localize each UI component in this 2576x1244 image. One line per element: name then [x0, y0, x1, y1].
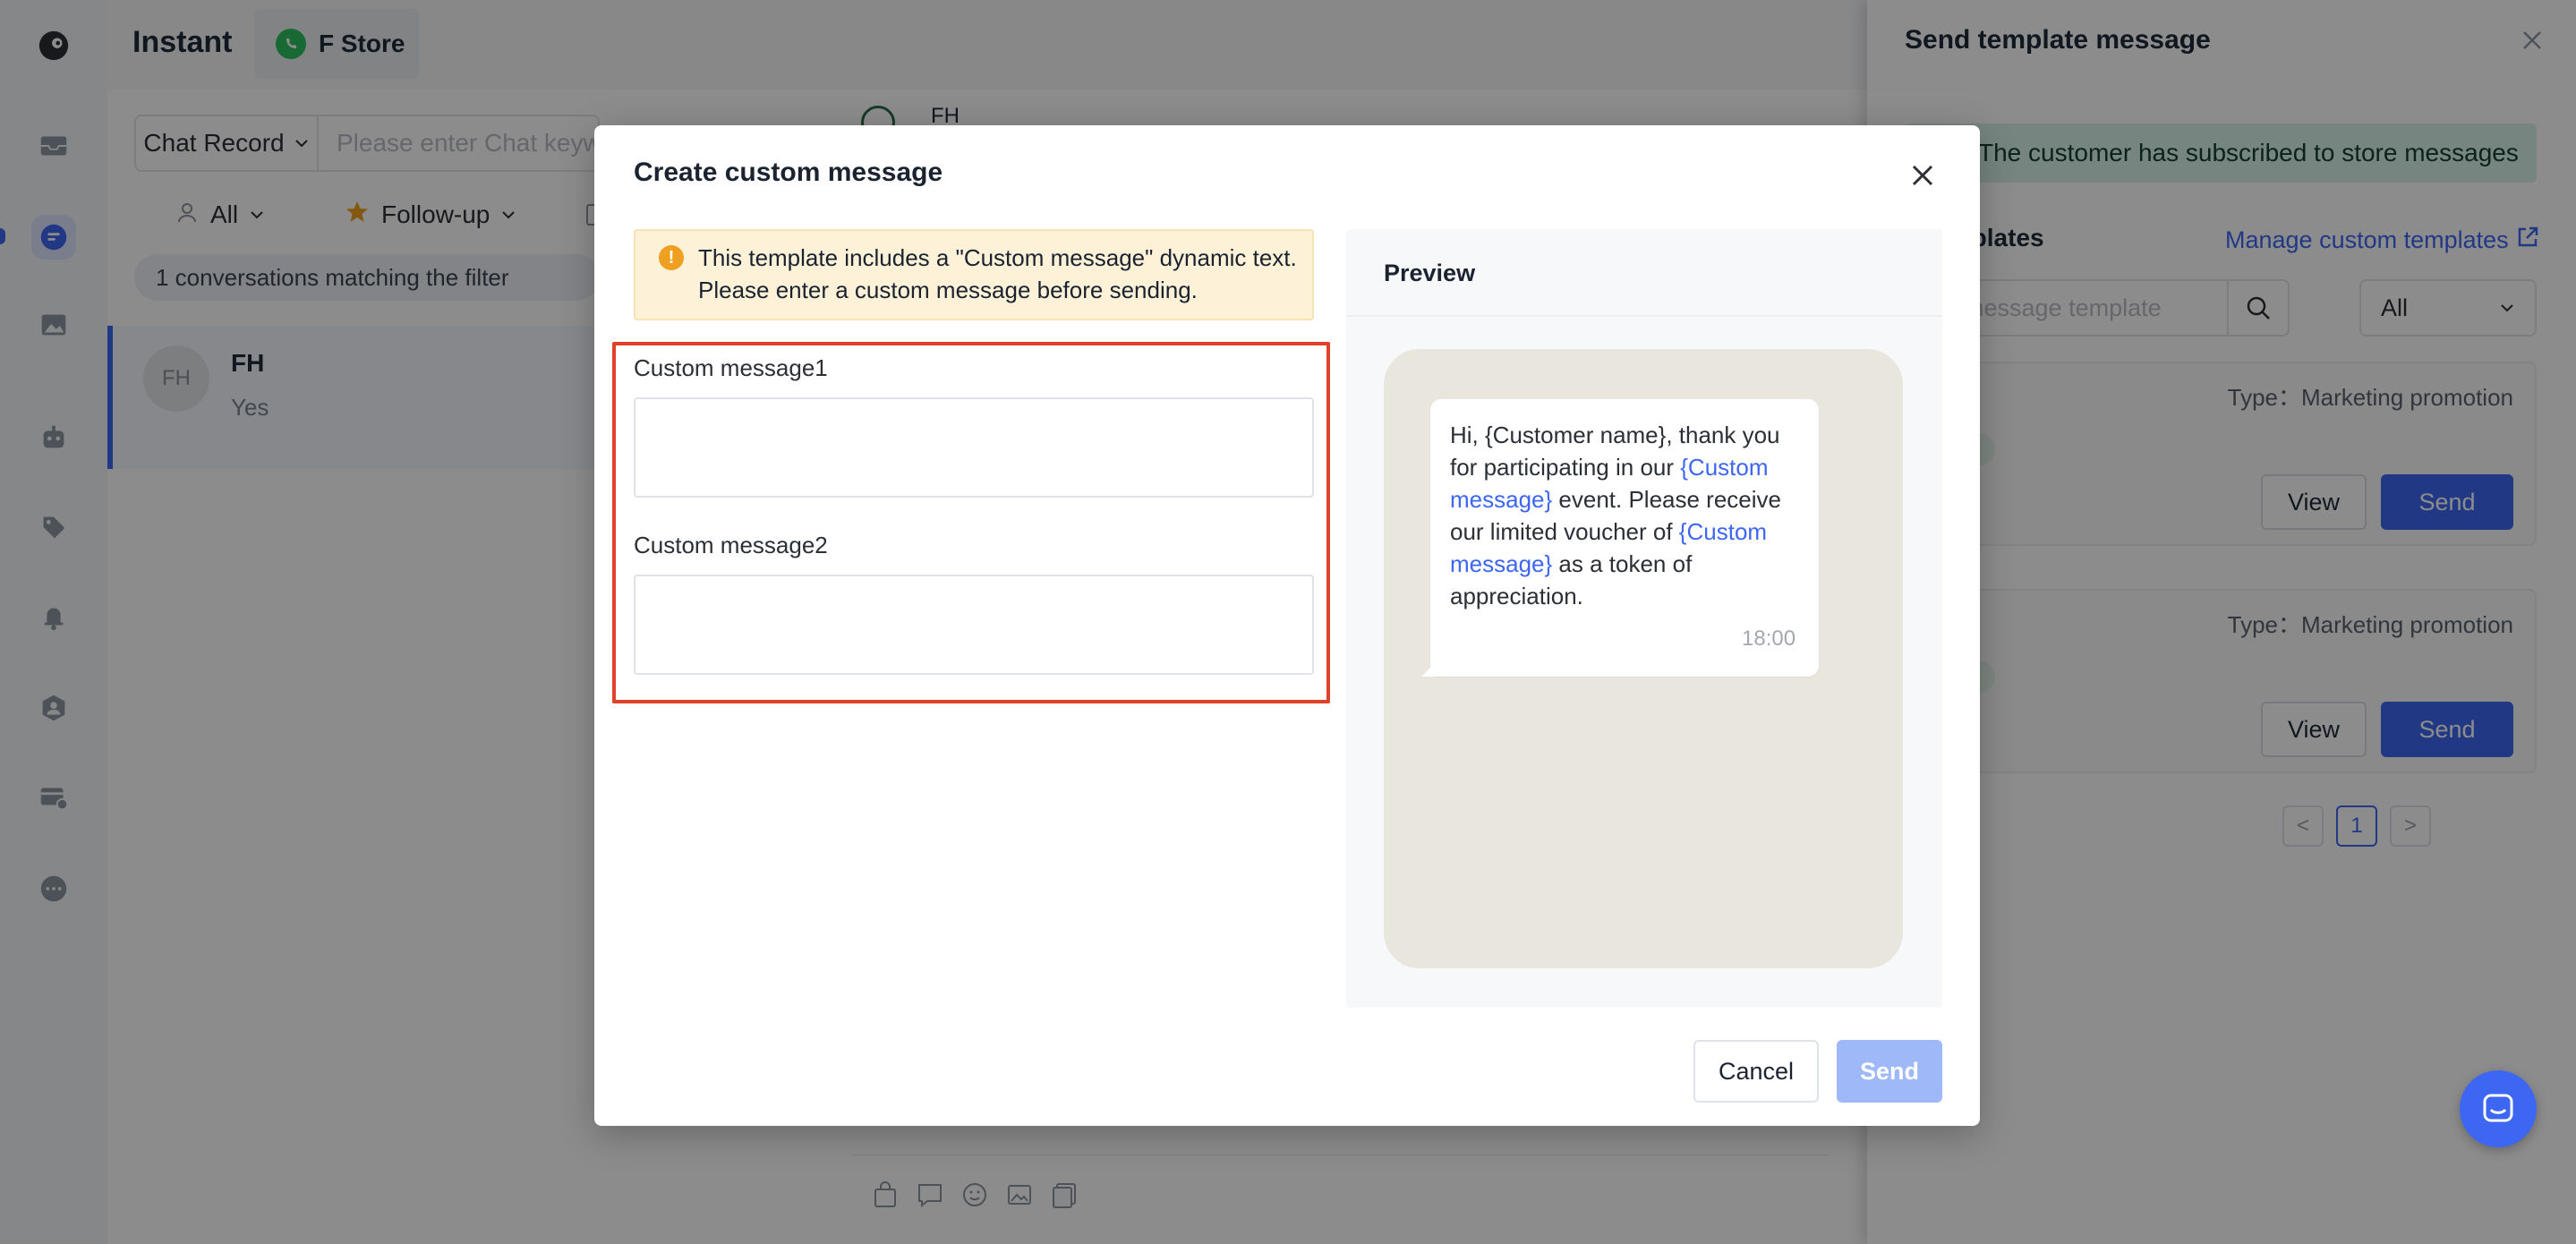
custom-message1-input[interactable] [634, 397, 1314, 498]
message-bubble-tail [1421, 659, 1439, 677]
modal-title: Create custom message [634, 158, 943, 187]
preview-label: Preview [1384, 260, 1476, 286]
message-time: 18:00 [1742, 626, 1796, 651]
cancel-button[interactable]: Cancel [1693, 1040, 1819, 1103]
message-preview-text: Hi, {Customer name}, thank you for parti… [1450, 419, 1804, 612]
preview-divider [1346, 315, 1942, 317]
chat-bubble-icon [2483, 1094, 2513, 1122]
custom-message2-label: Custom message2 [634, 532, 828, 558]
custom-message2-input[interactable] [634, 575, 1314, 675]
custom-message1-label: Custom message1 [634, 354, 828, 381]
send-button[interactable]: Send [1837, 1040, 1942, 1103]
help-chat-button[interactable] [2460, 1070, 2537, 1147]
warning-icon: ! [659, 245, 684, 270]
warning-text: This template includes a "Custom message… [698, 244, 1297, 303]
close-icon[interactable] [1906, 159, 1939, 192]
